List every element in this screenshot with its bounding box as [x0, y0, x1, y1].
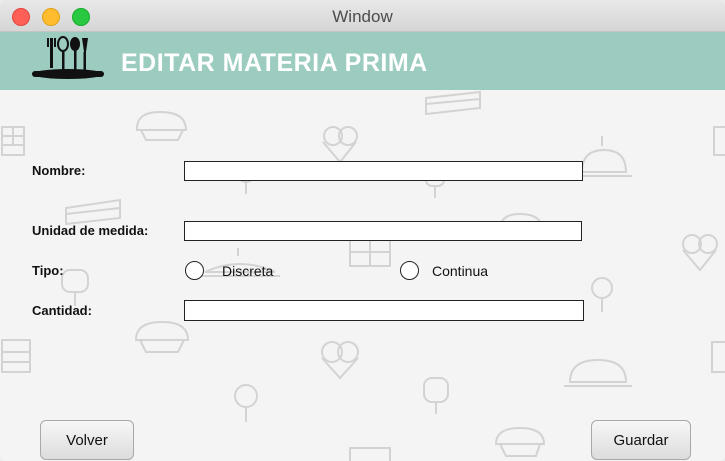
lollipop-icon	[591, 277, 613, 312]
unidad-de-medida-input[interactable]	[184, 221, 582, 241]
chocolate-bar-icon	[1, 126, 25, 156]
chocolate-bar-icon	[349, 447, 391, 461]
jelly-mold-icon	[564, 358, 632, 387]
popsicle-icon	[423, 377, 449, 414]
cupcake-icon	[135, 110, 188, 141]
window-title: Window	[332, 7, 393, 26]
ice-cream-icon	[321, 341, 359, 380]
discreta-radio-label[interactable]: Discreta	[222, 263, 273, 279]
cupcake-icon	[134, 320, 190, 353]
cupcake-icon	[494, 426, 546, 457]
continua-radio[interactable]	[400, 261, 419, 280]
chocolate-bar-icon	[1, 339, 31, 373]
background-pattern	[1, 90, 725, 461]
continua-radio-label[interactable]: Continua	[432, 263, 488, 279]
app-window: Window EDITAR MATERIA PRIMA Nombre: Unid…	[0, 0, 725, 461]
guardar-button[interactable]: Guardar	[591, 420, 691, 460]
header-banner: EDITAR MATERIA PRIMA	[0, 32, 725, 90]
chocolate-bar-icon	[349, 239, 391, 267]
title-bar: Window	[0, 0, 725, 32]
cantidad-label: Cantidad:	[32, 303, 92, 318]
jelly-mold-icon	[576, 136, 632, 177]
discreta-radio[interactable]	[185, 261, 204, 280]
chocolate-bar-icon	[713, 126, 725, 156]
cake-slice-icon	[425, 90, 481, 116]
page-title: EDITAR MATERIA PRIMA	[121, 49, 428, 77]
nombre-label: Nombre:	[32, 163, 86, 178]
ice-cream-icon	[322, 126, 358, 164]
kitchen-utensils-logo-icon	[32, 36, 104, 79]
ice-cream-icon	[682, 234, 718, 272]
volver-button[interactable]: Volver	[40, 420, 134, 460]
tipo-label: Tipo:	[32, 263, 64, 278]
cake-slice-icon	[65, 198, 121, 226]
popsicle-icon	[61, 269, 89, 306]
nombre-input[interactable]	[184, 161, 583, 181]
cantidad-input[interactable]	[184, 300, 584, 321]
lollipop-icon	[234, 384, 258, 422]
chocolate-bar-icon	[711, 341, 725, 373]
unidad-de-medida-label: Unidad de medida:	[32, 223, 149, 238]
